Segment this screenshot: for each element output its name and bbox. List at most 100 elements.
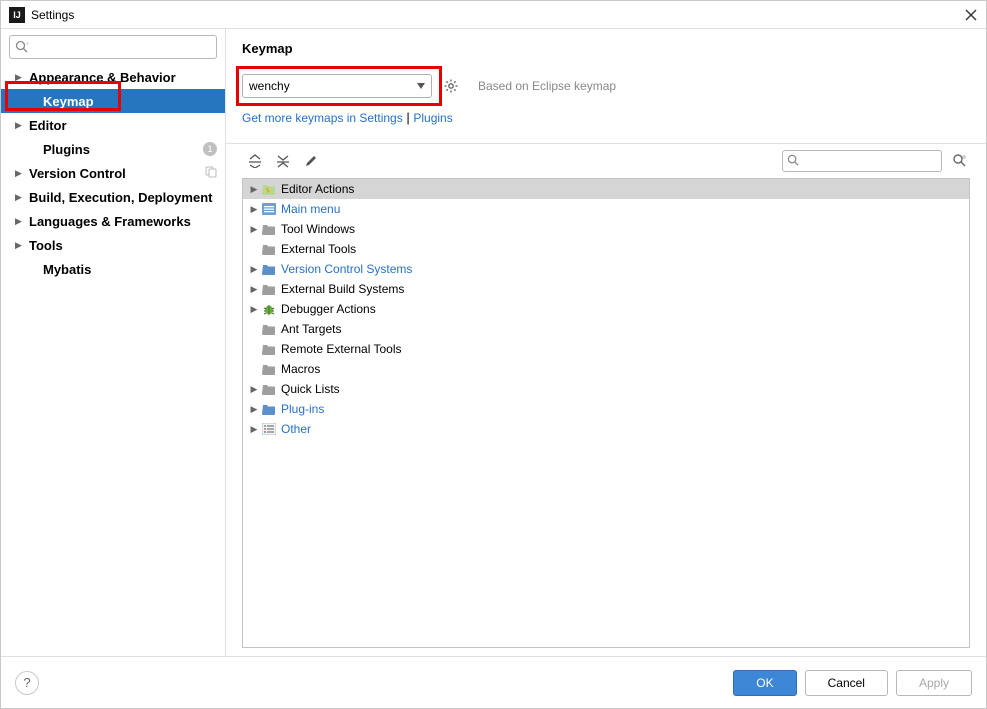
sidebar-item-build-execution-deployment[interactable]: ▶Build, Execution, Deployment	[1, 185, 225, 209]
get-keymaps-link[interactable]: Get more keymaps in Settings	[242, 111, 403, 125]
get-keymaps-link-row: Get more keymaps in Settings | Plugins	[242, 110, 970, 125]
sidebar-item-label: Plugins	[43, 142, 203, 157]
collapse-all-icon	[276, 154, 290, 168]
tree-item-label: Quick Lists	[281, 382, 340, 396]
sidebar-item-label: Tools	[29, 238, 217, 253]
chevron-right-icon: ▶	[15, 72, 29, 83]
chevron-right-icon: ▶	[247, 304, 261, 315]
sidebar-item-languages-frameworks[interactable]: ▶Languages & Frameworks	[1, 209, 225, 233]
search-icon	[787, 154, 800, 167]
chevron-right-icon: ▶	[247, 424, 261, 435]
tree-item-quick-lists[interactable]: ▶ Quick Lists	[243, 379, 969, 399]
search-icon	[15, 40, 29, 54]
update-badge: 1	[203, 142, 217, 156]
expand-all-button[interactable]	[246, 152, 264, 170]
help-button[interactable]: ?	[15, 671, 39, 695]
tree-item-label: Version Control Systems	[281, 262, 412, 276]
tree-item-other[interactable]: ▶ Other	[243, 419, 969, 439]
apply-button[interactable]: Apply	[896, 670, 972, 696]
keymap-settings-button[interactable]	[440, 75, 462, 97]
tree-item-editor-actions[interactable]: ▶ Editor Actions	[243, 179, 969, 199]
sidebar-item-label: Keymap	[43, 94, 217, 109]
bug-icon	[261, 302, 277, 316]
keymap-select[interactable]: wenchy	[242, 74, 432, 98]
find-by-shortcut-button[interactable]	[950, 151, 970, 171]
sidebar-item-mybatis[interactable]: Mybatis	[1, 257, 225, 281]
tree-item-external-build-systems[interactable]: ▶ External Build Systems	[243, 279, 969, 299]
folder-gray	[261, 362, 277, 376]
tree-item-ant-targets[interactable]: ▶Ant Targets	[243, 319, 969, 339]
dialog-button-bar: ? OK Cancel Apply	[1, 656, 986, 708]
chevron-right-icon: ▶	[247, 204, 261, 215]
sidebar-search-input[interactable]	[9, 35, 217, 59]
keymap-select-value: wenchy	[249, 79, 290, 93]
actions-tree[interactable]: ▶Editor Actions▶Main menu▶Tool Windows▶E…	[242, 178, 970, 648]
settings-sidebar: ▶Appearance & BehaviorKeymap▶EditorPlugi…	[1, 29, 226, 656]
tree-item-label: Macros	[281, 362, 320, 376]
tree-item-version-control-systems[interactable]: ▶ Version Control Systems	[243, 259, 969, 279]
tree-item-main-menu[interactable]: ▶ Main menu	[243, 199, 969, 219]
app-icon: IJ	[9, 7, 25, 23]
edit-shortcut-button[interactable]	[302, 152, 320, 170]
link-separator: |	[403, 110, 414, 125]
sidebar-item-label: Appearance & Behavior	[29, 70, 217, 85]
folder-gray	[261, 282, 277, 296]
chevron-right-icon: ▶	[247, 384, 261, 395]
collapse-all-button[interactable]	[274, 152, 292, 170]
find-shortcut-icon	[952, 153, 968, 169]
folder-blue	[261, 262, 277, 276]
folder-gray	[261, 242, 277, 256]
cancel-button[interactable]: Cancel	[805, 670, 888, 696]
plugins-link[interactable]: Plugins	[413, 111, 452, 125]
ok-button[interactable]: OK	[733, 670, 796, 696]
chevron-right-icon: ▶	[15, 120, 29, 131]
chevron-right-icon: ▶	[15, 168, 29, 179]
tree-item-plug-ins[interactable]: ▶ Plug-ins	[243, 399, 969, 419]
chevron-right-icon: ▶	[247, 284, 261, 295]
tree-item-macros[interactable]: ▶Macros	[243, 359, 969, 379]
expand-all-icon	[248, 154, 262, 168]
folder-gray	[261, 382, 277, 396]
tree-item-debugger-actions[interactable]: ▶Debugger Actions	[243, 299, 969, 319]
chevron-right-icon: ▶	[247, 224, 261, 235]
folder-gray	[261, 342, 277, 356]
chevron-right-icon: ▶	[247, 184, 261, 195]
list-icon	[261, 422, 277, 436]
sidebar-item-editor[interactable]: ▶Editor	[1, 113, 225, 137]
keymap-based-on-label: Based on Eclipse keymap	[478, 79, 616, 93]
tree-item-external-tools[interactable]: ▶External Tools	[243, 239, 969, 259]
sidebar-item-appearance-behavior[interactable]: ▶Appearance & Behavior	[1, 65, 225, 89]
tree-search	[782, 150, 942, 172]
chevron-down-icon	[417, 83, 425, 89]
sidebar-item-label: Build, Execution, Deployment	[29, 190, 217, 205]
tree-item-label: Main menu	[281, 202, 340, 216]
tree-item-remote-external-tools[interactable]: ▶Remote External Tools	[243, 339, 969, 359]
tree-item-label: External Build Systems	[281, 282, 404, 296]
keymap-toolbar	[242, 144, 970, 178]
window-title: Settings	[31, 8, 74, 22]
help-icon: ?	[23, 675, 30, 690]
folder-gray	[261, 222, 277, 236]
menu-icon	[261, 202, 277, 216]
sidebar-item-keymap[interactable]: Keymap	[1, 89, 225, 113]
tree-item-label: Tool Windows	[281, 222, 355, 236]
sidebar-search	[9, 35, 217, 59]
folder-special	[261, 182, 277, 196]
tree-item-tool-windows[interactable]: ▶ Tool Windows	[243, 219, 969, 239]
sidebar-item-plugins[interactable]: Plugins1	[1, 137, 225, 161]
pencil-icon	[304, 154, 318, 168]
chevron-right-icon: ▶	[247, 404, 261, 415]
tree-item-label: Editor Actions	[281, 182, 354, 196]
sidebar-item-label: Mybatis	[43, 262, 217, 277]
folder-gray	[261, 322, 277, 336]
tree-item-label: Plug-ins	[281, 402, 324, 416]
tree-item-label: Other	[281, 422, 311, 436]
sidebar-item-tools[interactable]: ▶Tools	[1, 233, 225, 257]
sidebar-item-version-control[interactable]: ▶Version Control	[1, 161, 225, 185]
chevron-right-icon: ▶	[247, 264, 261, 275]
tree-item-label: External Tools	[281, 242, 356, 256]
tree-search-input[interactable]	[782, 150, 942, 172]
tree-item-label: Remote External Tools	[281, 342, 402, 356]
close-button[interactable]	[964, 8, 978, 22]
gear-icon	[443, 78, 459, 94]
